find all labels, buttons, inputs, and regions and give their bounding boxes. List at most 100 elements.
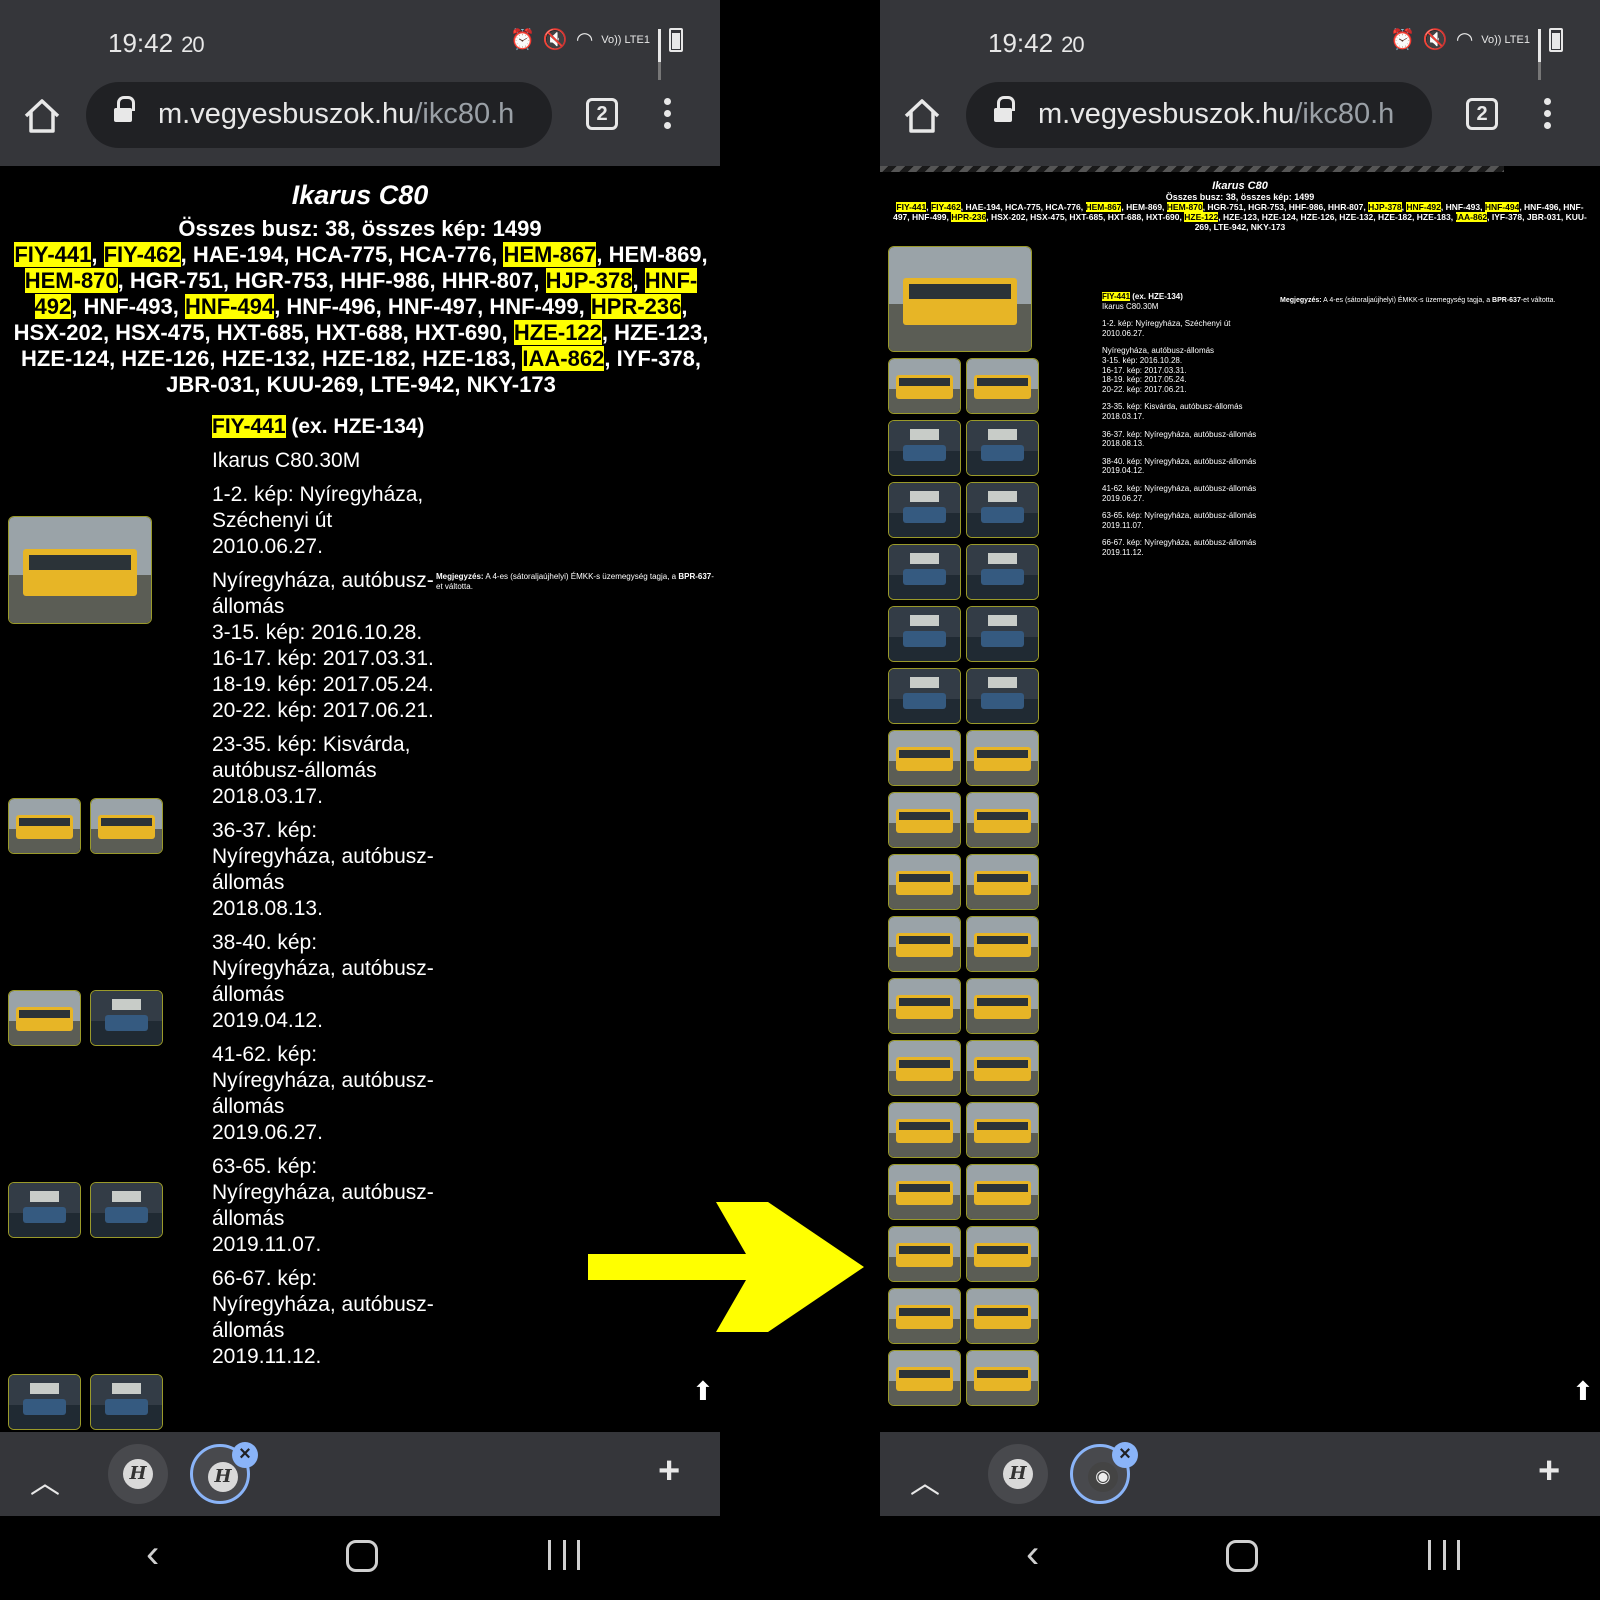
bus-photo-thumbnail[interactable] [90, 1182, 163, 1238]
plate-link[interactable]: LTE-942 [370, 372, 454, 397]
plate-link[interactable]: HZE-126 [121, 346, 209, 371]
plate-link[interactable]: HEM-870 [24, 268, 118, 293]
bus-plate[interactable]: FIY-441 [1102, 292, 1131, 301]
plate-link[interactable]: HZE-124 [21, 346, 109, 371]
plate-link[interactable]: HZE-183 [1417, 212, 1451, 222]
plate-link[interactable]: NKY-173 [467, 372, 556, 397]
bus-plate[interactable]: FIY-441 [212, 415, 286, 438]
tabs-icon[interactable]: 2 [586, 98, 618, 130]
bus-photo-thumbnail[interactable] [90, 1374, 163, 1430]
bus-photo-thumbnail[interactable] [888, 246, 1032, 352]
menu-icon[interactable] [662, 98, 674, 134]
bus-photo-thumbnail[interactable] [966, 668, 1039, 724]
bus-photo-thumbnail[interactable] [888, 1350, 961, 1406]
plate-link[interactable]: HHF-986 [1289, 202, 1323, 212]
plate-link[interactable]: HNF-493 [83, 294, 172, 319]
plate-link[interactable]: HPR-236 [951, 212, 987, 222]
plate-link[interactable]: HJP-378 [1368, 202, 1402, 212]
plate-link[interactable]: HZE-122 [1184, 212, 1219, 222]
plate-link[interactable]: HNF-494 [1484, 202, 1520, 212]
bus-photo-thumbnail[interactable] [8, 798, 81, 854]
plate-link[interactable]: HEM-867 [1085, 202, 1122, 212]
plate-link[interactable]: HGR-751 [130, 268, 223, 293]
bus-photo-thumbnail[interactable] [966, 792, 1039, 848]
bus-photo-thumbnail[interactable] [966, 1040, 1039, 1096]
plate-link[interactable]: HNF-499 [912, 212, 946, 222]
plate-link[interactable]: HXT-688 [1108, 212, 1142, 222]
close-icon[interactable]: × [1112, 1442, 1138, 1468]
bus-photo-thumbnail[interactable] [888, 730, 961, 786]
bus-photo-thumbnail[interactable] [8, 1182, 81, 1238]
bus-photo-thumbnail[interactable] [8, 516, 152, 624]
address-bar[interactable]: m.vegyesbuszok.hu/ikc80.h [86, 82, 552, 148]
plate-link[interactable]: HSX-202 [14, 320, 103, 345]
close-icon[interactable]: × [232, 1442, 258, 1468]
plate-link[interactable]: HPR-236 [590, 294, 682, 319]
bus-photo-thumbnail[interactable] [90, 798, 163, 854]
plate-link[interactable]: HCA-776 [1045, 202, 1080, 212]
plate-link[interactable]: HZE-123 [614, 320, 702, 345]
plate-link[interactable]: HEM-869 [609, 242, 702, 267]
plate-link[interactable]: HAE-194 [965, 202, 1000, 212]
plate-link[interactable]: HNF-492 [1406, 202, 1441, 212]
plate-link[interactable]: IAA-862 [522, 346, 605, 371]
chevron-up-icon[interactable]: ︿ [30, 1458, 60, 1502]
tab-item[interactable]: H [988, 1444, 1048, 1504]
bus-photo-thumbnail[interactable] [966, 1350, 1039, 1406]
bus-photo-thumbnail[interactable] [888, 1102, 961, 1158]
bus-photo-thumbnail[interactable] [888, 916, 961, 972]
plate-link[interactable]: HNF-497 [388, 294, 477, 319]
plate-link[interactable]: HGR-751 [1207, 202, 1243, 212]
scroll-top-arrow-icon[interactable]: ⬆ [692, 1376, 714, 1407]
plus-icon[interactable]: + [1538, 1450, 1560, 1493]
plate-link[interactable]: HCA-775 [296, 242, 388, 267]
plate-link[interactable]: HGR-753 [1248, 202, 1284, 212]
plate-link[interactable]: HCA-775 [1005, 202, 1040, 212]
plate-link[interactable]: HZE-182 [322, 346, 410, 371]
plate-link[interactable]: JBR-031 [166, 372, 254, 397]
bus-photo-thumbnail[interactable] [888, 1226, 961, 1282]
bus-photo-thumbnail[interactable] [888, 420, 961, 476]
plate-link[interactable]: HEM-869 [1126, 202, 1162, 212]
bus-photo-thumbnail[interactable] [966, 854, 1039, 910]
plate-link[interactable]: HZE-132 [222, 346, 310, 371]
plate-link[interactable]: HGR-753 [235, 268, 328, 293]
plate-link[interactable]: FIY-441 [896, 202, 927, 212]
plate-link[interactable]: HZE-183 [422, 346, 510, 371]
plate-link[interactable]: HHF-986 [340, 268, 429, 293]
plate-link[interactable]: HCA-776 [400, 242, 492, 267]
bus-photo-thumbnail[interactable] [966, 1164, 1039, 1220]
plate-link[interactable]: HNF-496 [286, 294, 375, 319]
plate-link[interactable]: HAE-194 [193, 242, 283, 267]
plate-link[interactable]: HZE-122 [513, 320, 602, 345]
bus-photo-thumbnail[interactable] [8, 1374, 81, 1430]
plate-link[interactable]: NKY-173 [1251, 222, 1286, 232]
bus-photo-thumbnail[interactable] [888, 606, 961, 662]
plate-link[interactable]: HSX-475 [1030, 212, 1065, 222]
plate-link[interactable]: JBR-031 [1527, 212, 1561, 222]
plate-link[interactable]: HZE-123 [1223, 212, 1257, 222]
plate-link[interactable]: HZE-126 [1301, 212, 1335, 222]
bus-photo-thumbnail[interactable] [966, 730, 1039, 786]
plate-link[interactable]: FIY-462 [930, 202, 961, 212]
plate-link[interactable]: HJP-378 [545, 268, 633, 293]
plate-link[interactable]: HEM-867 [503, 242, 597, 267]
home-nav-icon[interactable] [1226, 1540, 1258, 1572]
home-icon[interactable] [22, 96, 62, 136]
plate-link[interactable]: HZE-182 [1378, 212, 1412, 222]
bus-photo-thumbnail[interactable] [966, 1288, 1039, 1344]
bus-photo-thumbnail[interactable] [888, 792, 961, 848]
bus-photo-thumbnail[interactable] [966, 606, 1039, 662]
plate-link[interactable]: FIY-462 [103, 242, 181, 267]
plate-link[interactable]: HEM-870 [1166, 202, 1203, 212]
bus-photo-thumbnail[interactable] [966, 358, 1039, 414]
home-icon[interactable] [902, 96, 942, 136]
bus-photo-thumbnail[interactable] [888, 544, 961, 600]
chevron-up-icon[interactable]: ︿ [910, 1458, 940, 1502]
scroll-top-arrow-icon[interactable]: ⬆ [1572, 1376, 1594, 1407]
plate-link[interactable]: HNF-493 [1446, 202, 1480, 212]
bus-photo-thumbnail[interactable] [966, 1226, 1039, 1282]
plate-link[interactable]: IYF-378 [617, 346, 695, 371]
plate-link[interactable]: HXT-690 [1146, 212, 1180, 222]
menu-icon[interactable] [1542, 98, 1554, 134]
